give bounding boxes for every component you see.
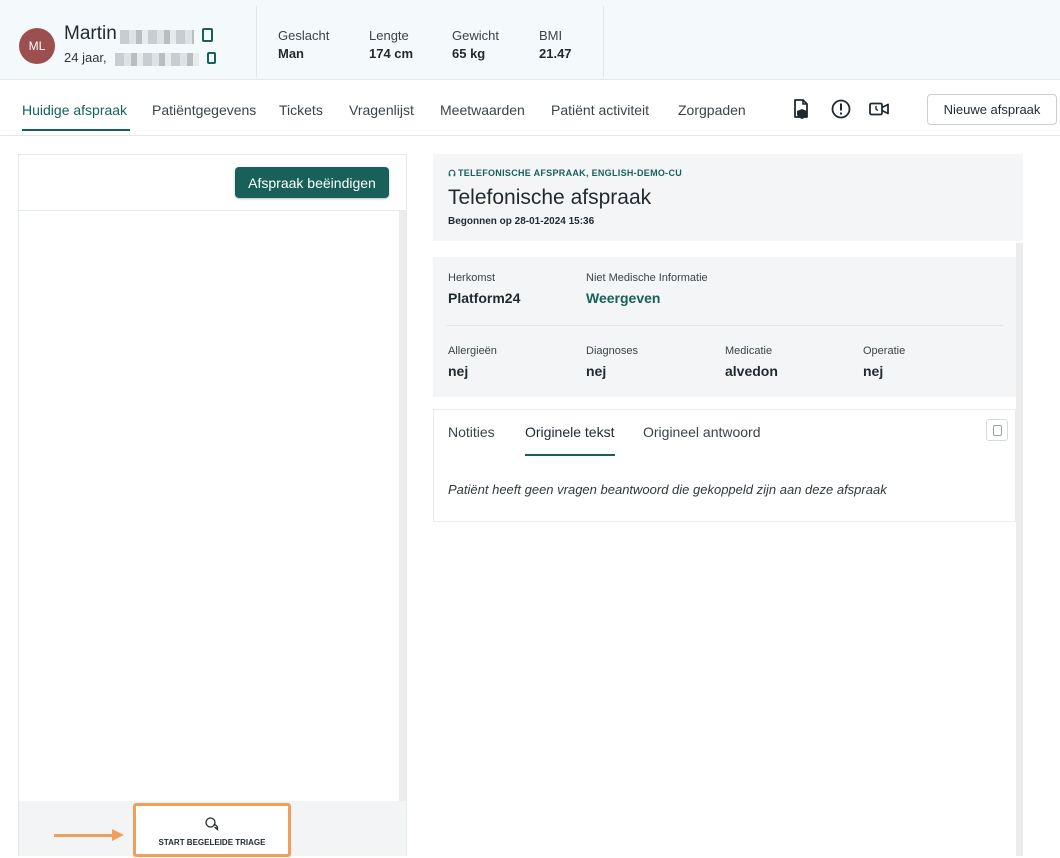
copy-id-icon[interactable] [207, 52, 216, 64]
copy-icon [993, 425, 1002, 436]
headset-icon [448, 169, 456, 177]
stat-lengte: Lengte 174 cm [369, 28, 414, 61]
show-non-medical-link[interactable]: Weergeven [586, 290, 708, 306]
appointment-started: Begonnen op 28-01-2024 15:36 [448, 216, 595, 227]
tab-origineel-antwoord[interactable]: Origineel antwoord [643, 424, 761, 440]
tab-notities[interactable]: Notities [448, 424, 495, 440]
patient-info-grid: Herkomst Platform24 Niet Medische Inform… [433, 257, 1016, 397]
chat-bubbles-icon [205, 817, 219, 831]
stat-bmi: BMI 21.47 [539, 28, 572, 61]
tab-huidige-afspraak[interactable]: Huidige afspraak [22, 102, 127, 118]
patient-header: ML Martin 24 jaar, Geslacht Man Lengte 1… [0, 0, 1060, 80]
document-shield-icon[interactable] [790, 98, 812, 120]
highlight-arrow-head [112, 829, 124, 841]
triage-panel-header: Afspraak beëindigen [19, 155, 406, 211]
info-medicatie: Medicatie alvedon [725, 345, 778, 379]
scrollbar[interactable] [1016, 243, 1023, 856]
tab-tickets[interactable]: Tickets [279, 102, 323, 118]
copy-icon[interactable] [202, 28, 213, 42]
highlight-arrow [54, 834, 114, 837]
tab-patientgegevens[interactable]: Patiëntgegevens [152, 102, 256, 118]
active-tab-indicator [525, 454, 615, 456]
divider [256, 6, 257, 78]
active-tab-indicator [22, 129, 130, 131]
tab-bar: Huidige afspraak Patiëntgegevens Tickets… [0, 80, 1060, 136]
stat-geslacht: Geslacht Man [278, 28, 330, 61]
info-diagnoses: Diagnoses nej [586, 345, 638, 379]
stat-gewicht: Gewicht 65 kg [452, 28, 499, 61]
info-allergieen: Allergieën nej [448, 345, 497, 379]
triage-label: START BEGELEIDE TRIAGE [158, 838, 266, 847]
notes-card: Notities Originele tekst Origineel antwo… [433, 409, 1016, 522]
scrollbar[interactable] [399, 211, 406, 801]
new-appointment-button[interactable]: Nieuwe afspraak [927, 94, 1057, 125]
start-guided-triage-button[interactable]: START BEGELEIDE TRIAGE [133, 803, 291, 857]
triage-panel: Afspraak beëindigen START BEGELEIDE TRIA… [18, 154, 407, 857]
redacted-last-name [120, 30, 194, 44]
patient-age: 24 jaar, [64, 50, 107, 65]
appointment-title: Telefonische afspraak [448, 186, 652, 209]
info-herkomst: Herkomst Platform24 [448, 272, 521, 306]
tab-meetwaarden[interactable]: Meetwaarden [440, 102, 525, 118]
tab-zorgpaden[interactable]: Zorgpaden [678, 102, 746, 118]
appointment-header: TELEFONISCHE AFSPRAAK, ENGLISH-DEMO-CU T… [433, 154, 1023, 241]
redacted-id [115, 53, 199, 66]
end-appointment-button[interactable]: Afspraak beëindigen [235, 167, 389, 198]
tab-originele-tekst[interactable]: Originele tekst [525, 424, 614, 440]
alert-circle-icon[interactable] [830, 98, 852, 120]
tab-patient-activiteit[interactable]: Patiënt activiteit [551, 102, 649, 118]
patient-name: Martin [64, 23, 117, 44]
tab-vragenlijst[interactable]: Vragenlijst [349, 102, 414, 118]
appointment-type: TELEFONISCHE AFSPRAAK, ENGLISH-DEMO-CU [448, 168, 682, 178]
divider [447, 325, 1003, 326]
video-call-icon[interactable] [868, 98, 890, 120]
copy-notes-button[interactable] [986, 419, 1008, 441]
notes-text: Patiënt heeft geen vragen beantwoord die… [448, 482, 887, 497]
triage-footer: START BEGELEIDE TRIAGE [19, 801, 406, 857]
avatar: ML [19, 28, 55, 64]
info-operatie: Operatie nej [863, 345, 906, 379]
divider [603, 6, 604, 78]
info-niet-medisch: Niet Medische Informatie Weergeven [586, 272, 708, 306]
